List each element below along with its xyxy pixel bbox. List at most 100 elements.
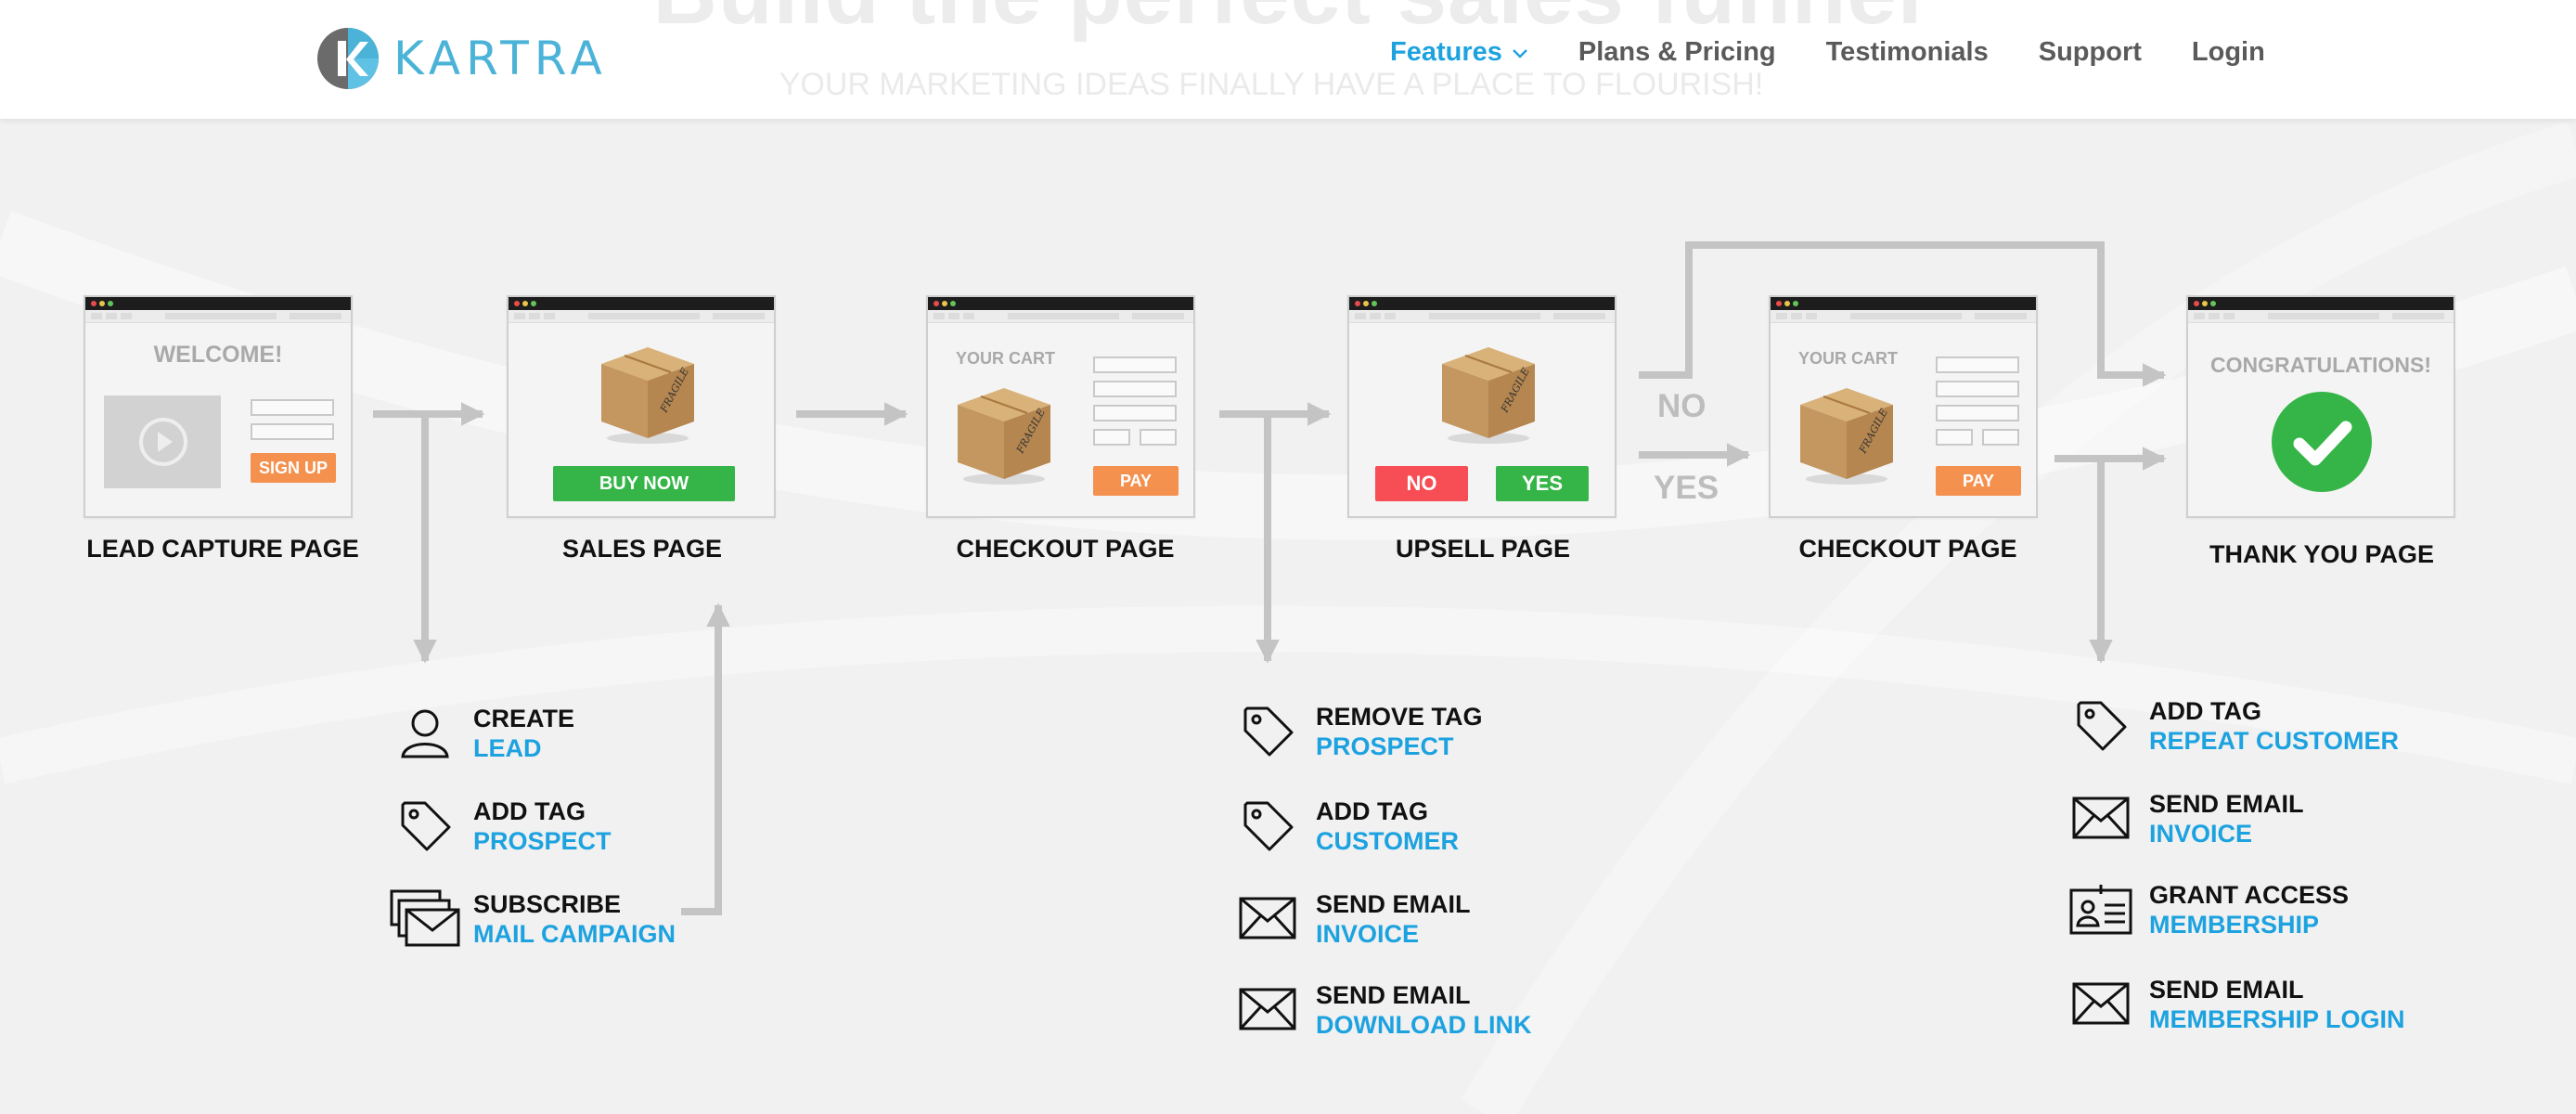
form-field	[1140, 429, 1177, 446]
lead-capture-page-label: LEAD CAPTURE PAGE	[86, 535, 359, 563]
welcome-heading: WELCOME!	[153, 342, 283, 368]
form-field	[1093, 429, 1130, 446]
action-detail: INVOICE	[2149, 820, 2253, 848]
action-title: REMOVE TAG	[1316, 703, 1483, 731]
pay-button: PAY	[1093, 466, 1179, 496]
action-send-email-invoice-2: SEND EMAIL INVOICE	[2066, 789, 2304, 848]
action-detail: MEMBERSHIP	[2149, 911, 2320, 939]
browser-bar	[2188, 297, 2454, 310]
mail-stack-icon	[390, 889, 460, 947]
form-field	[251, 423, 334, 440]
form-field	[1982, 429, 2019, 446]
check-circle-icon	[2272, 392, 2372, 492]
action-add-tag-customer: ADD TAG CUSTOMER	[1232, 797, 1459, 856]
action-title: ADD TAG	[2149, 697, 2261, 725]
envelope-icon	[2072, 982, 2130, 1025]
tag-icon	[2077, 701, 2127, 751]
buy-now-button: BUY NOW	[553, 466, 735, 501]
branch-yes-label: YES	[1654, 470, 1719, 506]
form-field	[1936, 381, 2019, 397]
action-grant-access-membership: GRANT ACCESS MEMBERSHIP	[2066, 880, 2349, 939]
action-title: SEND EMAIL	[1316, 890, 1471, 918]
tag-icon	[1243, 706, 1294, 757]
upsell-page-card[interactable]: FRAGILE NO YES	[1347, 295, 1616, 518]
action-title: SEND EMAIL	[2149, 790, 2304, 818]
checkout-page-2-label: CHECKOUT PAGE	[1798, 535, 2017, 563]
your-cart-heading: YOUR CART	[1798, 349, 1898, 368]
thank-you-page-label: THANK YOU PAGE	[2209, 540, 2435, 568]
action-detail: LEAD	[473, 734, 542, 762]
action-detail: INVOICE	[1316, 920, 1420, 948]
sales-page-label: SALES PAGE	[561, 535, 723, 563]
video-placeholder	[104, 395, 221, 488]
action-detail: PROSPECT	[1316, 732, 1454, 760]
action-remove-tag-prospect: REMOVE TAG PROSPECT	[1232, 702, 1483, 761]
kartra-logo[interactable]: KARTRA	[316, 26, 608, 91]
action-title: GRANT ACCESS	[2149, 881, 2350, 909]
action-add-tag-prospect: ADD TAG PROSPECT	[390, 797, 612, 856]
action-send-email-invoice: SEND EMAIL INVOICE	[1232, 889, 1471, 949]
address-bar	[1349, 310, 1615, 323]
branch-no-label: NO	[1657, 388, 1707, 424]
nav-support[interactable]: Support	[2039, 37, 2142, 68]
action-title: ADD TAG	[473, 797, 586, 825]
address-bar	[1771, 310, 2036, 323]
action-title: ADD TAG	[1316, 797, 1428, 825]
action-title: SEND EMAIL	[2149, 976, 2304, 1004]
envelope-icon	[2072, 797, 2130, 839]
nav-plans-pricing[interactable]: Plans & Pricing	[1578, 37, 1776, 68]
package-box-icon: FRAGILE	[601, 347, 694, 444]
form-field	[1093, 405, 1177, 421]
user-icon	[401, 709, 449, 758]
nav-features[interactable]: Features	[1390, 37, 1528, 68]
checkout-page-2-card[interactable]: YOUR CART FRAGILE PAY	[1769, 295, 2038, 518]
sign-up-button: SIGN UP	[251, 453, 336, 483]
tag-icon	[1243, 801, 1294, 851]
kartra-logo-icon	[317, 28, 379, 89]
address-bar	[509, 310, 774, 323]
package-box-icon: FRAGILE	[958, 388, 1050, 485]
pay-button: PAY	[1936, 466, 2021, 496]
action-add-tag-repeat-customer: ADD TAG REPEAT CUSTOMER	[2066, 696, 2399, 756]
action-detail: CUSTOMER	[1316, 827, 1460, 855]
form-field	[1093, 356, 1177, 373]
action-detail: MAIL CAMPAIGN	[473, 920, 676, 948]
nav-features-label: Features	[1390, 37, 1502, 67]
tag-icon	[401, 801, 451, 851]
browser-bar	[509, 297, 774, 310]
site-header: Build the perfect sales funnel YOUR MARK…	[0, 0, 2576, 119]
main-nav: Features Plans & Pricing Testimonials Su…	[1390, 37, 2315, 68]
browser-bar	[85, 297, 351, 310]
browser-bar	[1771, 297, 2036, 310]
action-detail: MEMBERSHIP LOGIN	[2149, 1005, 2405, 1033]
checkout-page-card[interactable]: YOUR CART FRAGILE PAY	[926, 295, 1195, 518]
sales-page-card[interactable]: FRAGILE BUY NOW	[507, 295, 776, 518]
address-bar	[85, 310, 351, 323]
checkout-page-label: CHECKOUT PAGE	[956, 535, 1175, 563]
lead-capture-page-card[interactable]: WELCOME! SIGN UP	[84, 295, 353, 518]
envelope-icon	[1239, 988, 1296, 1030]
your-cart-heading: YOUR CART	[956, 349, 1055, 368]
nav-testimonials[interactable]: Testimonials	[1826, 37, 1989, 68]
upsell-page-label: UPSELL PAGE	[1395, 535, 1571, 563]
package-box-icon: FRAGILE	[1800, 388, 1893, 485]
form-field	[1093, 381, 1177, 397]
thank-you-page-card[interactable]: CONGRATULATIONS!	[2186, 295, 2455, 518]
no-button: NO	[1375, 466, 1468, 501]
browser-bar	[928, 297, 1193, 310]
envelope-icon	[1239, 897, 1296, 939]
action-detail: DOWNLOAD LINK	[1316, 1011, 1532, 1039]
action-subscribe-mail-campaign: SUBSCRIBE MAIL CAMPAIGN	[390, 889, 676, 949]
action-send-email-membership-login: SEND EMAIL MEMBERSHIP LOGIN	[2066, 975, 2405, 1034]
chevron-down-icon	[1513, 48, 1527, 58]
id-card-icon	[2069, 885, 2132, 935]
congratulations-heading: CONGRATULATIONS!	[2209, 353, 2432, 377]
nav-login[interactable]: Login	[2192, 37, 2265, 68]
action-detail: REPEAT CUSTOMER	[2149, 727, 2400, 755]
address-bar	[928, 310, 1193, 323]
action-send-email-download-link: SEND EMAIL DOWNLOAD LINK	[1232, 980, 1531, 1040]
action-title: CREATE	[473, 705, 575, 732]
address-bar	[2188, 310, 2454, 323]
form-field	[1936, 405, 2019, 421]
play-icon	[139, 418, 187, 466]
